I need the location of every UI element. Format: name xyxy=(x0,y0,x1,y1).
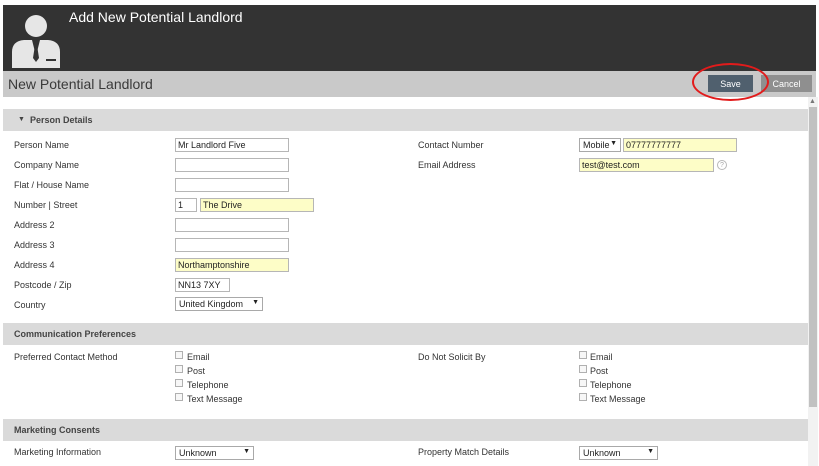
caret-down-icon[interactable]: ▼ xyxy=(18,116,25,123)
triangle-down-icon: ▼ xyxy=(647,448,654,455)
company-name-input[interactable] xyxy=(175,158,289,172)
dns-text-message-label: Text Message xyxy=(590,394,646,404)
dns-post-checkbox[interactable] xyxy=(579,365,587,373)
page-title: New Potential Landlord xyxy=(8,76,153,92)
dns-telephone-checkbox[interactable] xyxy=(579,379,587,387)
section-person-details[interactable]: ▼ Person Details xyxy=(3,109,808,131)
address2-input[interactable] xyxy=(175,218,289,232)
email-address-input[interactable] xyxy=(579,158,714,172)
country-label: Country xyxy=(14,300,46,310)
preferred-email-checkbox[interactable] xyxy=(175,351,183,359)
marketing-information-value: Unknown xyxy=(179,448,217,458)
email-address-label: Email Address xyxy=(418,160,476,170)
contact-type-select-value: Mobile xyxy=(583,140,610,150)
preferred-text-message-label: Text Message xyxy=(187,394,243,404)
contact-number-label: Contact Number xyxy=(418,140,484,150)
section-communication-preferences: Communication Preferences xyxy=(3,323,808,345)
preferred-contact-method-label: Preferred Contact Method xyxy=(14,352,118,362)
contact-number-input[interactable] xyxy=(623,138,737,152)
app-title: Add New Potential Landlord xyxy=(69,9,243,25)
section-title: Person Details xyxy=(30,115,93,125)
address3-input[interactable] xyxy=(175,238,289,252)
preferred-post-checkbox[interactable] xyxy=(175,365,183,373)
preferred-email-label: Email xyxy=(187,352,210,362)
preferred-post-label: Post xyxy=(187,366,206,376)
scroll-thumb[interactable] xyxy=(809,107,817,407)
preferred-telephone-label: Telephone xyxy=(187,380,229,390)
address3-label: Address 3 xyxy=(14,240,55,250)
dns-email-label: Email xyxy=(590,352,613,362)
street-number-input[interactable] xyxy=(175,198,197,212)
flat-house-name-input[interactable] xyxy=(175,178,289,192)
street-name-input[interactable] xyxy=(200,198,314,212)
country-select[interactable]: United Kingdom ▼ xyxy=(175,297,263,311)
country-select-value: United Kingdom xyxy=(179,299,244,309)
preferred-text-message-checkbox[interactable] xyxy=(175,393,183,401)
flat-house-name-label: Flat / House Name xyxy=(14,180,90,190)
property-match-details-select[interactable]: Unknown ▼ xyxy=(579,446,658,460)
marketing-information-label: Marketing Information xyxy=(14,447,102,457)
dns-email-checkbox[interactable] xyxy=(579,351,587,359)
triangle-down-icon: ▼ xyxy=(252,299,259,306)
dns-post-label: Post xyxy=(590,366,609,376)
triangle-down-icon: ▼ xyxy=(610,140,617,147)
contact-type-select[interactable]: Mobile ▼ xyxy=(579,138,621,152)
property-match-details-value: Unknown xyxy=(583,448,621,458)
app-header: Add New Potential Landlord xyxy=(3,5,816,71)
postcode-label: Postcode / Zip xyxy=(14,280,72,290)
person-name-input[interactable] xyxy=(175,138,289,152)
number-street-label: Number | Street xyxy=(14,200,78,210)
dns-telephone-label: Telephone xyxy=(590,380,632,390)
company-name-label: Company Name xyxy=(14,160,80,170)
dns-text-message-checkbox[interactable] xyxy=(579,393,587,401)
do-not-solicit-label: Do Not Solicit By xyxy=(418,352,486,362)
help-icon[interactable]: ? xyxy=(717,160,727,170)
section-title: Communication Preferences xyxy=(14,329,137,339)
triangle-down-icon: ▼ xyxy=(243,448,250,455)
address2-label: Address 2 xyxy=(14,220,55,230)
address4-label: Address 4 xyxy=(14,260,55,270)
marketing-information-select[interactable]: Unknown ▼ xyxy=(175,446,254,460)
address4-input[interactable] xyxy=(175,258,289,272)
preferred-telephone-checkbox[interactable] xyxy=(175,379,183,387)
vertical-scrollbar[interactable]: ▲ xyxy=(808,97,818,466)
section-marketing-consents: Marketing Consents xyxy=(3,419,808,441)
scroll-up-arrow-icon[interactable]: ▲ xyxy=(809,98,816,105)
person-name-label: Person Name xyxy=(14,140,70,150)
section-title: Marketing Consents xyxy=(14,425,101,435)
save-highlight-ring xyxy=(692,63,769,101)
postcode-input[interactable] xyxy=(175,278,230,292)
property-match-details-label: Property Match Details xyxy=(418,447,510,457)
person-silhouette-icon xyxy=(12,15,60,68)
